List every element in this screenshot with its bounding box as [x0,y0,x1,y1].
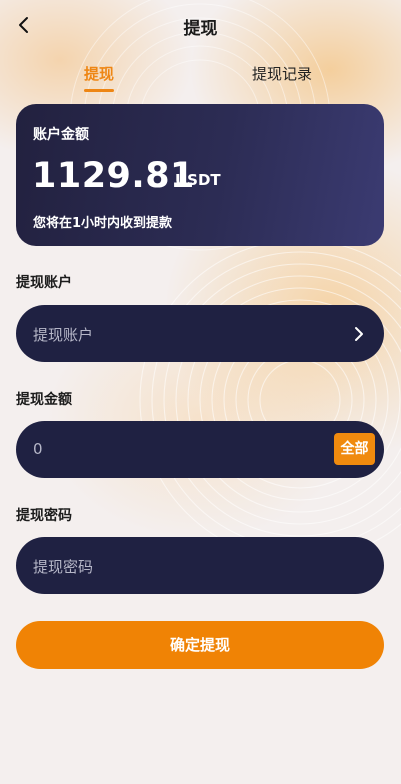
password-label: 提现密码 [16,508,72,524]
tab-label: 提现记录 [252,65,313,83]
header: 提现 [0,0,401,52]
tab-withdraw-records[interactable]: 提现记录 [252,63,312,84]
page-title: 提现 [183,19,218,39]
password-placeholder: 提现密码 [33,558,94,576]
tab-label: 提现 [84,65,115,83]
confirm-withdraw-button[interactable]: 确定提现 [16,621,384,669]
balance-card: 账户金额 1129.81 USDT 您将在1小时内收到提款 [16,104,384,246]
balance-label: 账户金额 [33,127,89,143]
amount-placeholder: 0 [33,440,43,458]
amount-label: 提现金额 [16,392,72,408]
account-placeholder: 提现账户 [33,326,94,344]
chevron-right-icon[interactable] [352,325,366,343]
tab-underline [84,89,115,92]
balance-note: 您将在1小时内收到提款 [33,216,173,231]
password-input[interactable]: 提现密码 [16,537,384,594]
amount-input[interactable]: 0 全部 [16,421,384,478]
tab-withdraw[interactable]: 提现 [84,63,115,92]
withdraw-all-button[interactable]: 全部 [334,433,375,465]
balance-amount: 1129.81 [32,156,195,196]
tab-bar: 提现 提现记录 [0,60,401,92]
account-label: 提现账户 [16,275,72,291]
balance-unit: USDT [175,171,221,189]
account-selector[interactable]: 提现账户 [16,305,384,362]
